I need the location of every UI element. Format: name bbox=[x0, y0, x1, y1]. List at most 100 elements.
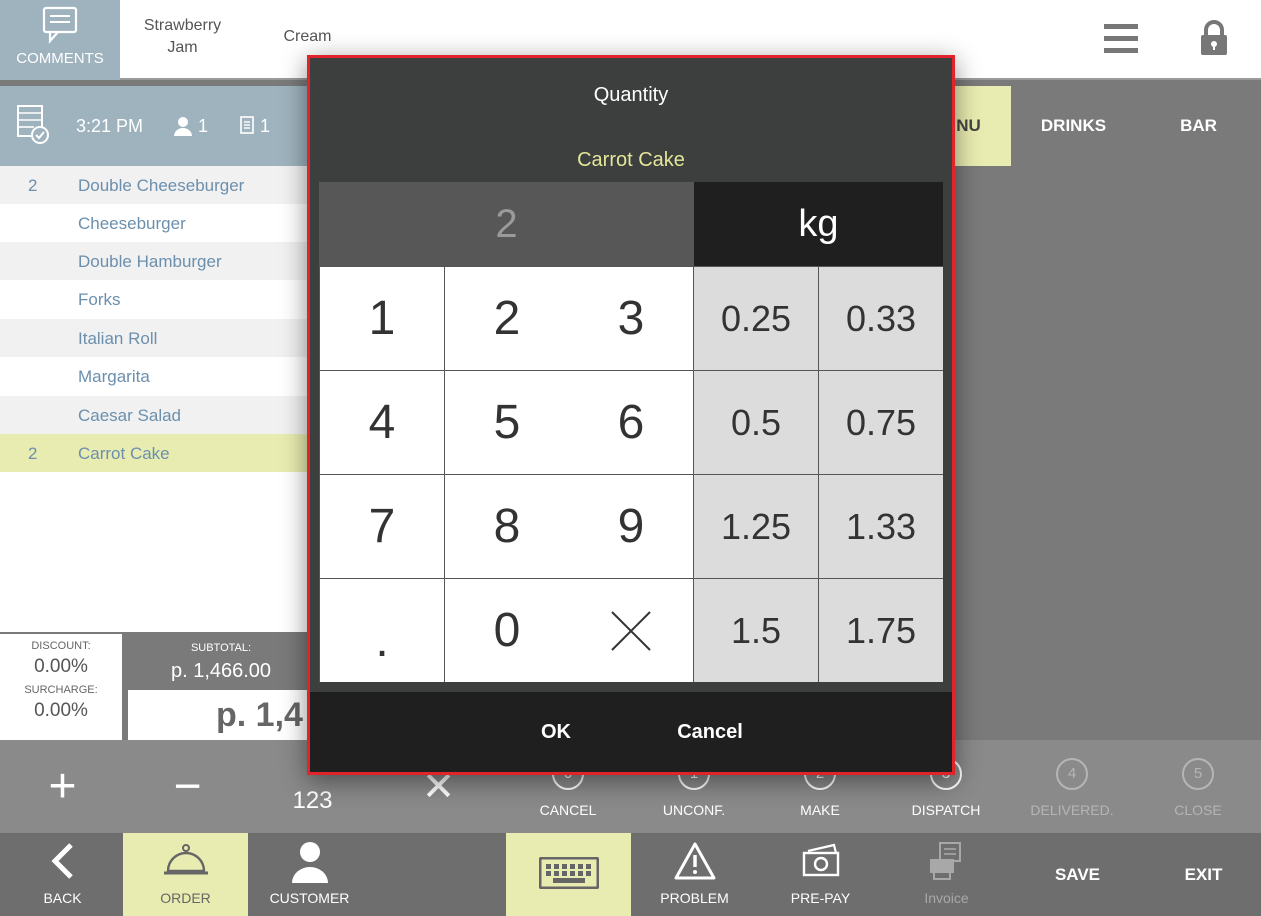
tab-drinks[interactable]: DRINKS bbox=[1011, 86, 1136, 166]
unit-selector[interactable]: kg bbox=[694, 182, 943, 266]
minus-icon: − bbox=[173, 760, 202, 813]
problem-label: PROBLEM bbox=[660, 890, 729, 906]
status-number: 5 bbox=[1182, 758, 1214, 790]
warning-icon bbox=[632, 841, 757, 881]
modifier-strawberry-jam[interactable]: Strawberry Jam bbox=[120, 0, 245, 80]
cloche-icon bbox=[123, 841, 248, 881]
numpad-label: 123 bbox=[292, 787, 333, 814]
modifier-label-line2: Jam bbox=[167, 39, 198, 56]
lock-icon[interactable] bbox=[1199, 20, 1229, 61]
order-label: ORDER bbox=[160, 890, 211, 906]
order-row-name: Italian Roll bbox=[78, 329, 158, 348]
status-number: 4 bbox=[1056, 758, 1088, 790]
order-row[interactable]: 2 Double Cheeseburger bbox=[0, 166, 308, 204]
discount-surcharge-panel[interactable]: DISCOUNT: 0.00% SURCHARGE: 0.00% bbox=[0, 634, 122, 740]
status-label: CLOSE bbox=[1174, 802, 1222, 818]
prepay-button[interactable]: PRE-PAY bbox=[758, 833, 883, 916]
key-8[interactable]: 8 bbox=[445, 475, 569, 578]
status-delivered-button[interactable]: 4 DELIVERED. bbox=[1009, 740, 1135, 833]
dialog-footer: OK Cancel bbox=[310, 692, 952, 772]
order-header: 3:21 PM 1 1 bbox=[0, 86, 308, 166]
key-4[interactable]: 4 bbox=[320, 371, 444, 474]
key-0[interactable]: 0 bbox=[445, 579, 569, 682]
order-row[interactable]: Margarita bbox=[0, 357, 308, 395]
order-row[interactable]: Double Hamburger bbox=[0, 242, 308, 280]
dialog-item-name: Carrot Cake bbox=[577, 149, 685, 171]
chevron-left-icon bbox=[0, 841, 125, 881]
key-5[interactable]: 5 bbox=[445, 371, 569, 474]
check-count: 1 bbox=[260, 116, 271, 136]
tab-drinks-label: DRINKS bbox=[1040, 116, 1107, 135]
key-2[interactable]: 2 bbox=[445, 267, 569, 370]
order-item-list: 2 Double Cheeseburger Cheeseburger Doubl… bbox=[0, 166, 308, 632]
status-label: MAKE bbox=[800, 802, 840, 818]
keyboard-button[interactable] bbox=[506, 833, 631, 916]
key-6[interactable]: 6 bbox=[569, 371, 693, 474]
key-1[interactable]: 1 bbox=[320, 267, 444, 370]
preset-key[interactable]: 1.5 bbox=[694, 579, 818, 682]
back-button[interactable]: BACK bbox=[0, 833, 125, 916]
preset-key[interactable]: 1.25 bbox=[694, 475, 818, 578]
customer-button[interactable]: CUSTOMER bbox=[247, 833, 372, 916]
key-decimal[interactable]: . bbox=[320, 579, 444, 682]
modifier-label-line1: Cream bbox=[283, 28, 332, 45]
order-row-qty: 2 bbox=[28, 444, 38, 463]
preset-key[interactable]: 0.75 bbox=[819, 371, 943, 474]
cancel-button[interactable]: Cancel bbox=[630, 692, 790, 772]
customer-label: CUSTOMER bbox=[269, 890, 350, 906]
status-label: UNCONF. bbox=[662, 802, 726, 818]
back-label: BACK bbox=[43, 890, 82, 906]
order-row[interactable]: Italian Roll bbox=[0, 319, 308, 357]
order-row-name: Caesar Salad bbox=[78, 406, 182, 425]
tab-bar-label: BAR bbox=[1180, 116, 1217, 135]
quantity-input[interactable]: 2 bbox=[319, 182, 694, 266]
order-row-name: Double Hamburger bbox=[78, 252, 222, 271]
preset-key[interactable]: 0.33 bbox=[819, 267, 943, 370]
decrease-qty-button[interactable]: − bbox=[125, 740, 250, 833]
dialog-title: Quantity bbox=[593, 84, 669, 106]
status-label: CANCEL bbox=[539, 802, 597, 818]
hamburger-menu-icon[interactable] bbox=[1104, 24, 1138, 59]
tab-bar[interactable]: BAR bbox=[1136, 86, 1261, 166]
status-close-button[interactable]: 5 CLOSE bbox=[1135, 740, 1261, 833]
order-button[interactable]: ORDER bbox=[123, 833, 248, 916]
comments-button[interactable]: COMMENTS bbox=[0, 0, 120, 80]
preset-key[interactable]: 0.5 bbox=[694, 371, 818, 474]
total-box[interactable]: p. 1,4 bbox=[128, 690, 308, 740]
preset-key[interactable]: 1.33 bbox=[819, 475, 943, 578]
backspace-key[interactable] bbox=[569, 579, 693, 682]
ok-button[interactable]: OK bbox=[476, 692, 636, 772]
quantity-dialog: Quantity Carrot Cake 2 kg 1 2 3 0.25 0.3… bbox=[307, 55, 955, 775]
key-7[interactable]: 7 bbox=[320, 475, 444, 578]
guest-count: 1 bbox=[198, 116, 209, 136]
order-row[interactable]: Caesar Salad bbox=[0, 396, 308, 434]
subtotal-label: SUBTOTAL: bbox=[190, 642, 252, 654]
order-row-selected[interactable]: 2 Carrot Cake bbox=[0, 434, 308, 472]
order-row-qty: 2 bbox=[28, 176, 38, 195]
exit-label: EXIT bbox=[1184, 865, 1223, 884]
key-3[interactable]: 3 bbox=[569, 267, 693, 370]
key-9[interactable]: 9 bbox=[569, 475, 693, 578]
invoice-label: Invoice bbox=[924, 890, 969, 906]
order-time: 3:21 PM bbox=[76, 116, 144, 136]
comment-icon bbox=[42, 6, 78, 44]
problem-button[interactable]: PROBLEM bbox=[632, 833, 757, 916]
check-icon bbox=[240, 116, 254, 134]
invoice-button[interactable]: Invoice bbox=[884, 833, 1009, 916]
order-document-icon[interactable] bbox=[16, 104, 50, 149]
order-row-name: Forks bbox=[78, 290, 121, 309]
cash-icon bbox=[758, 841, 883, 881]
save-button[interactable]: SAVE bbox=[1015, 833, 1140, 916]
order-row[interactable]: Forks bbox=[0, 280, 308, 318]
comments-label: COMMENTS bbox=[16, 50, 104, 67]
order-row-name: Double Cheeseburger bbox=[78, 176, 245, 195]
discount-value: 0.00% bbox=[34, 656, 88, 677]
exit-button[interactable]: EXIT bbox=[1141, 833, 1261, 916]
preset-key[interactable]: 1.75 bbox=[819, 579, 943, 682]
keyboard-icon bbox=[506, 857, 631, 889]
status-label: DISPATCH bbox=[911, 802, 981, 818]
order-row[interactable]: Cheeseburger bbox=[0, 204, 308, 242]
guest-icon bbox=[174, 117, 192, 136]
preset-key[interactable]: 0.25 bbox=[694, 267, 818, 370]
increase-qty-button[interactable]: + bbox=[0, 740, 125, 833]
